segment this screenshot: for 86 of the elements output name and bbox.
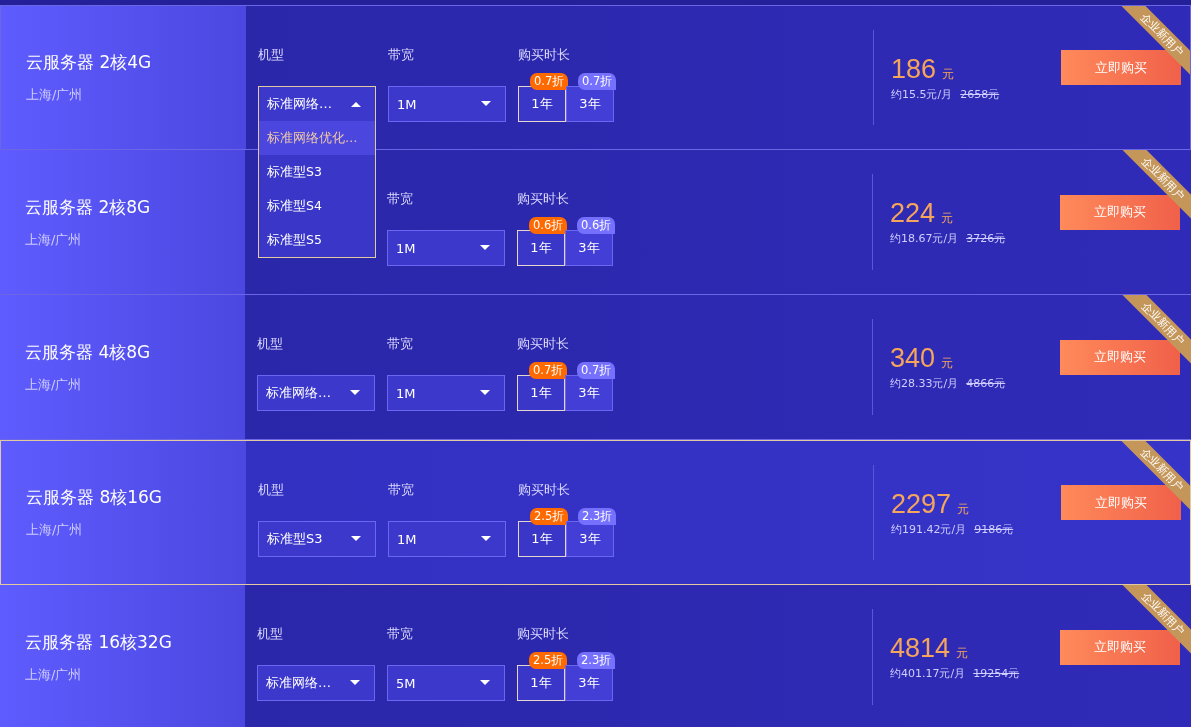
caret-icon <box>351 101 361 107</box>
model-select[interactable]: 标准网络… <box>257 375 375 411</box>
discount-badge: 2.5折 <box>529 652 568 669</box>
dropdown-option[interactable]: 标准型S5 <box>259 223 375 257</box>
price-amount: 4814 <box>890 633 951 664</box>
dropdown-option[interactable]: 标准型S3 <box>259 155 375 189</box>
price-unit: 元 <box>957 500 970 518</box>
duration-option[interactable]: 1年 <box>517 375 565 411</box>
plan-name: 云服务器 8核16G <box>26 486 164 509</box>
discount-badge: 2.3折 <box>577 652 616 669</box>
price-amount: 224 <box>890 198 936 229</box>
model-label: 机型 <box>257 625 284 643</box>
bandwidth-select[interactable]: 5M <box>387 665 505 701</box>
bandwidth-select[interactable]: 1M <box>387 375 505 411</box>
monthly-price: 约28.33元/月 <box>890 376 959 391</box>
duration-option[interactable]: 3年 <box>566 86 614 122</box>
bandwidth-label: 带宽 <box>388 481 415 499</box>
duration-option[interactable]: 3年 <box>565 375 613 411</box>
duration-label: 购买时长 <box>517 625 570 643</box>
caret-icon <box>480 245 490 251</box>
bandwidth-select[interactable]: 1M <box>388 86 506 122</box>
plan-region: 上海/广州 <box>25 375 83 394</box>
original-price: 19254元 <box>973 666 1020 681</box>
discount-badge: 0.7折 <box>530 73 569 90</box>
model-select[interactable]: 标准网络… <box>257 665 375 701</box>
plan-region: 上海/广州 <box>26 86 84 104</box>
duration-option[interactable]: 3年 <box>565 665 613 701</box>
price-amount: 2297 <box>891 488 952 520</box>
plan-name: 云服务器 16核32G <box>25 630 173 654</box>
plan-name: 云服务器 2核4G <box>26 51 153 74</box>
plan-region: 上海/广州 <box>25 230 83 249</box>
original-price: 4866元 <box>966 376 1006 391</box>
duration-option[interactable]: 3年 <box>566 521 614 557</box>
monthly-price: 约191.42元/月 <box>891 521 967 537</box>
discount-badge: 0.7折 <box>578 73 617 90</box>
bandwidth-label: 带宽 <box>388 46 415 64</box>
model-label: 机型 <box>258 481 285 499</box>
model-label: 机型 <box>258 46 285 64</box>
original-price: 2658元 <box>960 86 1000 102</box>
plan-name: 云服务器 2核8G <box>25 195 152 219</box>
duration-label: 购买时长 <box>518 481 571 499</box>
dropdown-option[interactable]: 标准网络优化… <box>259 121 375 155</box>
model-label: 机型 <box>257 335 284 353</box>
duration-option[interactable]: 1年 <box>517 665 565 701</box>
duration-label: 购买时长 <box>517 335 570 353</box>
dropdown-option[interactable]: 标准型S4 <box>259 189 375 223</box>
monthly-price: 约401.17元/月 <box>890 666 966 681</box>
caret-icon <box>351 536 361 542</box>
discount-badge: 2.3折 <box>578 508 617 525</box>
original-price: 9186元 <box>974 521 1014 537</box>
bandwidth-label: 带宽 <box>387 335 414 353</box>
price-amount: 186 <box>891 53 937 85</box>
duration-option[interactable]: 1年 <box>517 230 565 266</box>
model-select[interactable]: 标准网络… <box>258 86 376 122</box>
monthly-price: 约18.67元/月 <box>890 231 959 246</box>
caret-icon <box>350 680 360 686</box>
bandwidth-select[interactable]: 1M <box>388 521 506 557</box>
price-amount: 340 <box>890 343 936 374</box>
duration-label: 购买时长 <box>518 46 571 64</box>
price-unit: 元 <box>941 210 954 227</box>
duration-option[interactable]: 3年 <box>565 230 613 266</box>
price-unit: 元 <box>956 645 969 662</box>
caret-icon <box>480 390 490 396</box>
caret-icon <box>481 536 491 542</box>
plan-name: 云服务器 4核8G <box>25 340 152 364</box>
price-unit: 元 <box>942 65 955 83</box>
discount-badge: 0.7折 <box>577 362 616 379</box>
discount-badge: 2.5折 <box>530 508 569 525</box>
discount-badge: 0.6折 <box>577 217 616 234</box>
plan-region: 上海/广州 <box>26 521 84 539</box>
bandwidth-label: 带宽 <box>387 625 414 643</box>
model-select[interactable]: 标准型S3 <box>258 521 376 557</box>
duration-label: 购买时长 <box>517 190 570 208</box>
caret-icon <box>481 101 491 107</box>
bandwidth-label: 带宽 <box>387 190 414 208</box>
plan-region: 上海/广州 <box>25 665 83 684</box>
price-unit: 元 <box>941 355 954 372</box>
discount-badge: 0.7折 <box>529 362 568 379</box>
duration-option[interactable]: 1年 <box>518 521 566 557</box>
caret-icon <box>480 680 490 686</box>
bandwidth-select[interactable]: 1M <box>387 230 505 266</box>
caret-icon <box>350 390 360 396</box>
discount-badge: 0.6折 <box>529 217 568 234</box>
original-price: 3726元 <box>966 231 1006 246</box>
duration-option[interactable]: 1年 <box>518 86 566 122</box>
monthly-price: 约15.5元/月 <box>891 86 953 102</box>
